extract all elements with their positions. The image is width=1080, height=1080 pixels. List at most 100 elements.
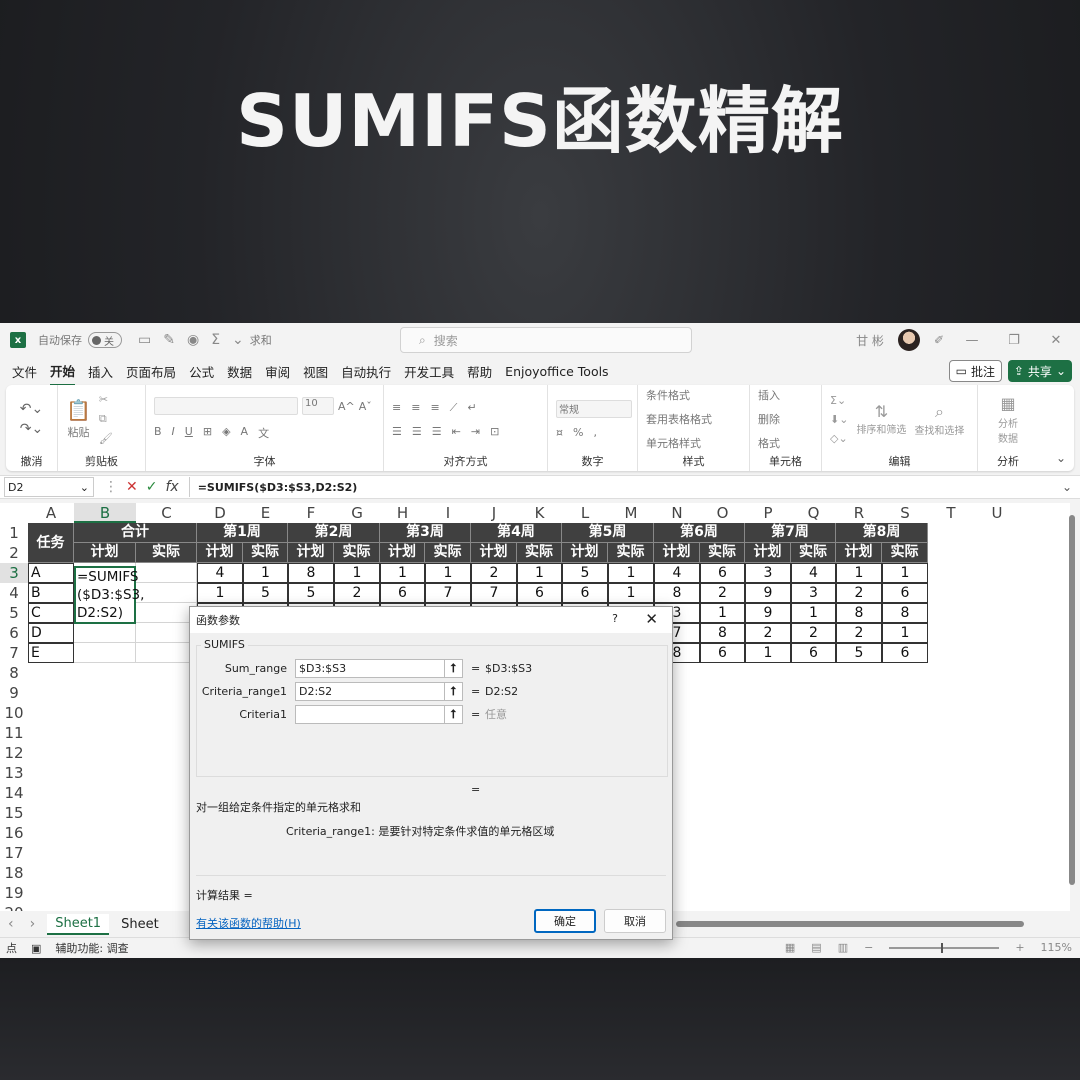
merge-icon[interactable]: ⊡ bbox=[490, 425, 499, 438]
plan-header-cell[interactable]: 计划 bbox=[562, 543, 608, 563]
sheet-prev-icon[interactable]: ‹ bbox=[8, 916, 14, 932]
value-cell[interactable]: 1 bbox=[380, 563, 425, 583]
font-family-select[interactable] bbox=[154, 397, 298, 415]
value-cell[interactable]: 6 bbox=[380, 583, 425, 603]
actual-header-cell[interactable]: 实际 bbox=[608, 543, 654, 563]
actual-total-cell[interactable] bbox=[136, 563, 197, 583]
actual-total-cell[interactable] bbox=[136, 643, 197, 663]
column-header[interactable]: S bbox=[882, 503, 928, 523]
underline-icon[interactable]: U bbox=[185, 425, 193, 441]
column-header[interactable]: D bbox=[197, 503, 243, 523]
row-header[interactable]: 5 bbox=[0, 603, 28, 623]
font-size-select[interactable]: 10 bbox=[302, 397, 334, 415]
value-cell[interactable]: 6 bbox=[882, 643, 928, 663]
column-header[interactable]: K bbox=[517, 503, 562, 523]
row-header[interactable]: 8 bbox=[0, 663, 28, 683]
align-right-icon[interactable]: ☰ bbox=[432, 425, 442, 438]
value-cell[interactable]: 1 bbox=[334, 563, 380, 583]
task-name-cell[interactable]: E bbox=[28, 643, 74, 663]
phonetic-icon[interactable]: 文 bbox=[258, 425, 269, 441]
column-header[interactable]: I bbox=[425, 503, 471, 523]
number-format-select[interactable]: 常规 bbox=[556, 399, 632, 418]
indent-increase-icon[interactable]: ⇥ bbox=[471, 425, 480, 438]
row-header[interactable]: 19 bbox=[0, 883, 28, 903]
column-header[interactable]: C bbox=[136, 503, 197, 523]
indent-decrease-icon[interactable]: ⇤ bbox=[452, 425, 461, 438]
value-cell[interactable]: 8 bbox=[882, 603, 928, 623]
format-as-table-button[interactable]: 套用表格格式 bbox=[646, 411, 712, 427]
value-cell[interactable]: 2 bbox=[471, 563, 517, 583]
format-cells-button[interactable]: 格式 bbox=[758, 435, 780, 451]
paste-label[interactable]: 粘贴 bbox=[67, 424, 89, 440]
task-name-cell[interactable]: D bbox=[28, 623, 74, 643]
sum-range-input[interactable]: $D3:$S3 bbox=[295, 658, 445, 678]
row-header[interactable]: 15 bbox=[0, 803, 28, 823]
close-icon[interactable]: ✕ bbox=[1042, 333, 1070, 348]
row-header[interactable]: 11 bbox=[0, 723, 28, 743]
value-cell[interactable]: 3 bbox=[745, 563, 791, 583]
plan-header-cell[interactable]: 计划 bbox=[836, 543, 882, 563]
value-cell[interactable]: 1 bbox=[608, 563, 654, 583]
vertical-scrollbar[interactable] bbox=[1068, 503, 1076, 893]
value-cell[interactable]: 6 bbox=[517, 583, 562, 603]
column-header[interactable]: F bbox=[288, 503, 334, 523]
sheet-next-icon[interactable]: › bbox=[30, 916, 36, 932]
row-header[interactable]: 16 bbox=[0, 823, 28, 843]
week-header-cell[interactable]: 第1周 bbox=[197, 523, 288, 543]
actual-header-cell[interactable]: 实际 bbox=[334, 543, 380, 563]
row-header[interactable]: 17 bbox=[0, 843, 28, 863]
actual-header-cell[interactable]: 实际 bbox=[136, 543, 197, 563]
active-formula-cell[interactable]: =SUMIFS ($D3:$S3, D2:S2) bbox=[74, 566, 144, 624]
menu-help[interactable]: 帮助 bbox=[467, 358, 492, 385]
page-break-view-icon[interactable]: ▥ bbox=[838, 941, 848, 954]
column-header[interactable]: O bbox=[700, 503, 745, 523]
plan-total-cell[interactable] bbox=[74, 643, 136, 663]
menu-enjoyoffice[interactable]: Enjoyoffice Tools bbox=[505, 360, 608, 383]
value-cell[interactable]: 5 bbox=[562, 563, 608, 583]
autosave-toggle[interactable]: 关 bbox=[88, 332, 122, 348]
page-layout-view-icon[interactable]: ▤ bbox=[811, 941, 821, 954]
actual-header-cell[interactable]: 实际 bbox=[243, 543, 288, 563]
find-select-label[interactable]: 查找和选择 bbox=[914, 422, 964, 437]
macro-icon[interactable]: ▣ bbox=[31, 942, 41, 955]
zoom-in-icon[interactable]: + bbox=[1015, 941, 1024, 954]
brush-icon[interactable]: ✎ bbox=[163, 332, 175, 348]
menu-view[interactable]: 视图 bbox=[303, 358, 328, 385]
row-header[interactable]: 14 bbox=[0, 783, 28, 803]
plan-header-cell[interactable]: 计划 bbox=[288, 543, 334, 563]
plan-header-cell[interactable]: 计划 bbox=[197, 543, 243, 563]
value-cell[interactable]: 6 bbox=[882, 583, 928, 603]
fx-icon[interactable]: fx bbox=[165, 479, 178, 495]
plan-header-cell[interactable]: 计划 bbox=[380, 543, 425, 563]
column-header[interactable]: U bbox=[974, 503, 1020, 523]
criteria1-input[interactable] bbox=[295, 704, 445, 724]
column-header[interactable]: J bbox=[471, 503, 517, 523]
value-cell[interactable]: 2 bbox=[700, 583, 745, 603]
fill-icon[interactable]: ⬇⌄ bbox=[830, 413, 848, 426]
menu-data[interactable]: 数据 bbox=[227, 358, 252, 385]
actual-header-cell[interactable]: 实际 bbox=[517, 543, 562, 563]
column-header[interactable]: Q bbox=[791, 503, 836, 523]
zoom-level[interactable]: 115% bbox=[1041, 941, 1072, 954]
value-cell[interactable]: 9 bbox=[745, 603, 791, 623]
actual-total-cell[interactable] bbox=[136, 603, 197, 623]
plan-header-cell[interactable]: 计划 bbox=[74, 543, 136, 563]
total-header-cell[interactable]: 合计 bbox=[74, 523, 197, 543]
font-grow-icon[interactable]: A^ bbox=[338, 400, 355, 413]
value-cell[interactable]: 8 bbox=[700, 623, 745, 643]
font-color-icon[interactable]: A bbox=[241, 425, 249, 441]
minimize-icon[interactable]: — bbox=[958, 333, 986, 348]
value-cell[interactable]: 9 bbox=[745, 583, 791, 603]
menu-automate[interactable]: 自动执行 bbox=[341, 358, 391, 385]
fill-color-icon[interactable]: ◈ bbox=[222, 425, 230, 441]
column-header[interactable]: L bbox=[562, 503, 608, 523]
value-cell[interactable]: 4 bbox=[791, 563, 836, 583]
comment-button[interactable]: ▭ 批注 bbox=[948, 360, 1002, 382]
close-icon[interactable]: ✕ bbox=[645, 610, 658, 628]
value-cell[interactable]: 1 bbox=[882, 563, 928, 583]
cancel-entry-icon[interactable]: ✕ bbox=[126, 479, 138, 495]
value-cell[interactable]: 1 bbox=[608, 583, 654, 603]
plan-header-cell[interactable]: 计划 bbox=[654, 543, 700, 563]
value-cell[interactable]: 3 bbox=[791, 583, 836, 603]
week-header-cell[interactable]: 第5周 bbox=[562, 523, 654, 543]
